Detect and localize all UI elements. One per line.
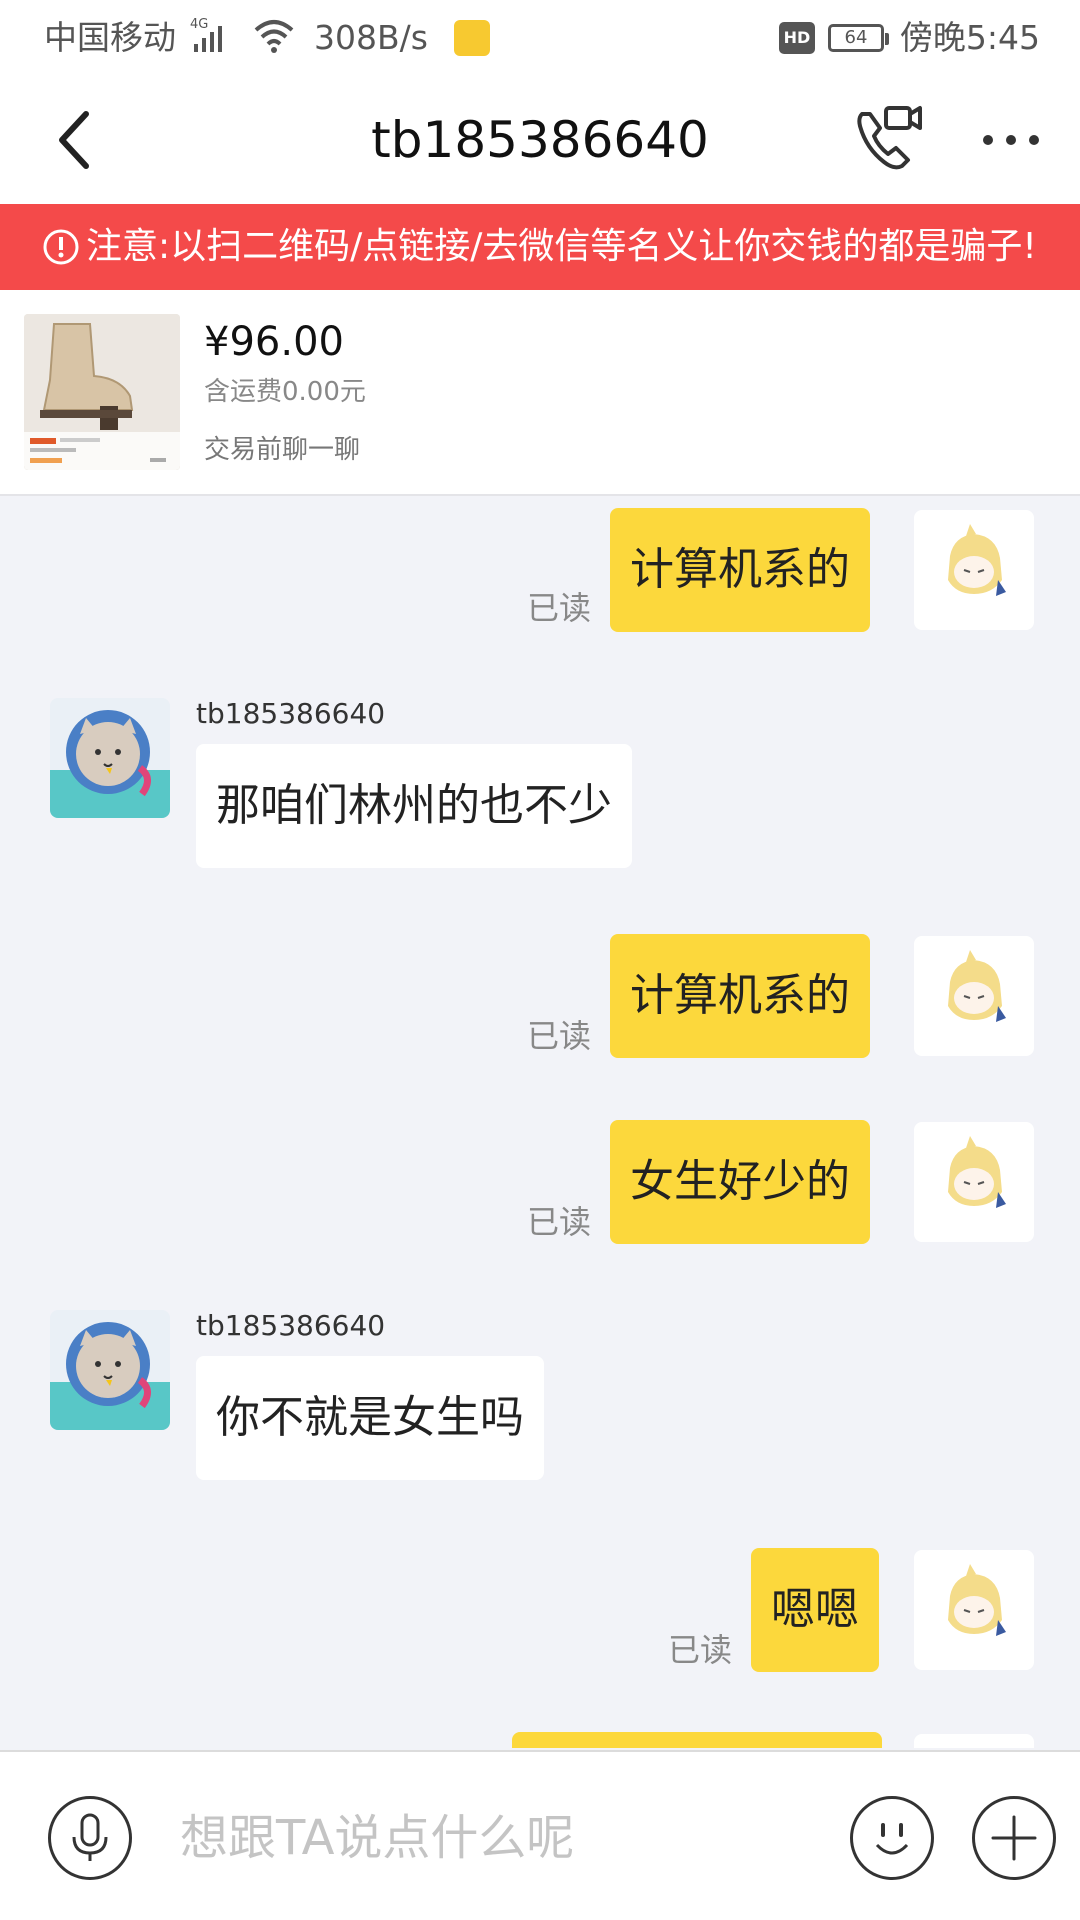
outgoing-message[interactable]: 嗯嗯 — [751, 1548, 879, 1672]
chevron-left-icon — [59, 111, 89, 169]
more-button[interactable] — [980, 112, 1042, 168]
read-receipt: 已读 — [527, 1203, 592, 1241]
message-input[interactable]: 想跟TA说点什么呢 — [180, 1806, 574, 1870]
my-avatar[interactable] — [914, 510, 1034, 630]
message-list[interactable]: 已读 计算机系的 tb185386640 那咱们林州的也不少 已读 计算机系的 — [0, 498, 1080, 1748]
read-receipt: 已读 — [527, 589, 592, 627]
read-receipt: 已读 — [668, 1631, 733, 1669]
emoji-button[interactable] — [850, 1796, 934, 1880]
my-avatar[interactable] — [914, 1122, 1034, 1242]
clock: 傍晚5:45 — [899, 18, 1040, 57]
outgoing-message[interactable]: 计算机系的 — [610, 934, 870, 1058]
sender-name: tb185386640 — [196, 1309, 386, 1342]
incoming-message[interactable]: 你不就是女生吗 — [196, 1356, 544, 1480]
carrier-label: 中国移动 — [44, 18, 176, 57]
more-actions-button[interactable] — [972, 1796, 1056, 1880]
boot-image-icon — [24, 314, 180, 470]
outgoing-message[interactable]: 女生好少的 — [610, 1120, 870, 1244]
more-dots-icon — [983, 135, 1039, 145]
shipping-fee: 含运费0.00元 — [204, 377, 366, 407]
status-bar: 中国移动 4G 308B/s HD 64 傍晚5:45 — [0, 0, 1080, 76]
smiley-icon — [875, 1823, 909, 1855]
product-price: ¥96.00 — [204, 319, 344, 365]
plus-icon — [991, 1815, 1037, 1861]
back-button[interactable] — [46, 106, 102, 174]
pre-trade-chat-label: 交易前聊一聊 — [204, 435, 361, 465]
phone-video-icon — [857, 106, 922, 170]
svg-text:4G: 4G — [190, 17, 208, 32]
voice-button[interactable] — [48, 1796, 132, 1880]
network-speed: 308B/s — [314, 18, 428, 57]
incoming-message[interactable]: 那咱们林州的也不少 — [196, 744, 632, 868]
product-image[interactable] — [24, 314, 180, 470]
warning-text: 注意:以扫二维码/点链接/去微信等名义让你交钱的都是骗子! — [86, 226, 1037, 267]
microphone-icon — [72, 1813, 108, 1861]
signal-icon: 4G — [190, 16, 246, 69]
my-avatar[interactable] — [914, 1550, 1034, 1670]
my-avatar[interactable] — [914, 1734, 1034, 1748]
battery-icon: 64 — [828, 24, 889, 52]
contact-avatar[interactable] — [50, 1310, 170, 1430]
header: tb185386640 — [0, 76, 1080, 204]
input-bar: 想跟TA说点什么呢 — [0, 1750, 1080, 1920]
read-receipt: 已读 — [527, 1017, 592, 1055]
contact-avatar[interactable] — [50, 698, 170, 818]
outgoing-message-partial[interactable] — [512, 1732, 882, 1748]
hd-badge: HD — [779, 22, 815, 54]
product-card[interactable]: ¥96.00 含运费0.00元 交易前聊一聊 — [0, 290, 1080, 496]
alert-icon — [43, 229, 79, 265]
my-avatar[interactable] — [914, 936, 1034, 1056]
call-button[interactable] — [850, 100, 930, 180]
page-title: tb185386640 — [371, 111, 709, 169]
sender-name: tb185386640 — [196, 697, 386, 730]
scam-warning-banner: 注意:以扫二维码/点链接/去微信等名义让你交钱的都是骗子! — [0, 204, 1080, 290]
wifi-icon — [252, 16, 296, 69]
app-notification-icon — [454, 20, 490, 56]
outgoing-message[interactable]: 计算机系的 — [610, 508, 870, 632]
